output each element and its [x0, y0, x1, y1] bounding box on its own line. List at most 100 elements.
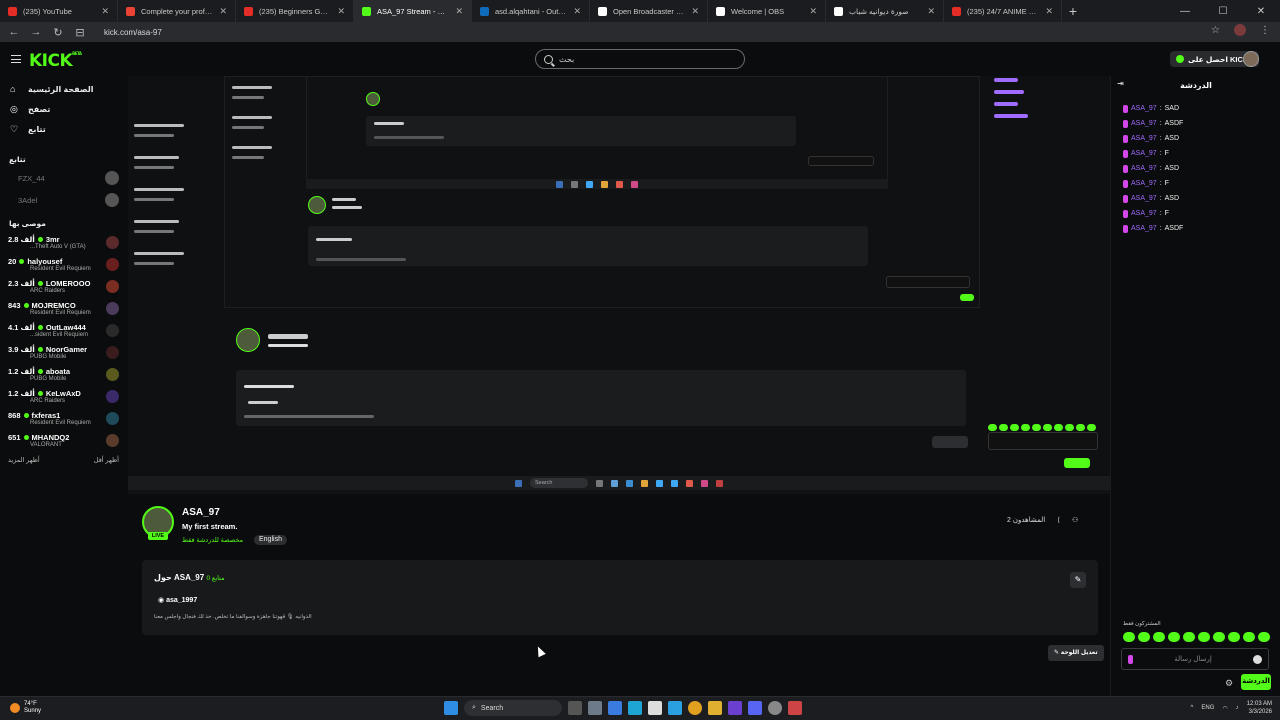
close-tab-icon[interactable]: ✕: [219, 6, 227, 17]
new-tab-button[interactable]: +: [1062, 0, 1084, 22]
folder-icon[interactable]: [708, 701, 722, 715]
show-more-link[interactable]: أظهر المزيد: [8, 456, 40, 464]
emote-icon[interactable]: [1243, 632, 1255, 642]
wifi-icon[interactable]: ◠: [1222, 705, 1227, 712]
language-tag[interactable]: English: [254, 535, 287, 545]
sidebar-item-home[interactable]: ⌂ الصفحة الرئيسية: [0, 79, 125, 99]
browser-tab[interactable]: Open Broadcaster Software | O ✕: [590, 0, 708, 22]
task-view-icon[interactable]: [568, 701, 582, 715]
recommended-item[interactable]: 1.2 ألف aboata PUBG Mobile: [0, 363, 125, 385]
streamer-name[interactable]: ASA_97: [182, 507, 220, 518]
sidebar-item-following[interactable]: ♡ تتابع: [0, 119, 125, 139]
recommended-item[interactable]: 3.9 ألف NoorGamer PUBG Mobile: [0, 341, 125, 363]
taskbar-search[interactable]: ⌕ Search: [464, 700, 562, 716]
search-input[interactable]: بحث: [535, 49, 745, 69]
close-tab-icon[interactable]: ✕: [455, 6, 463, 17]
minimize-icon[interactable]: —: [1166, 0, 1204, 22]
user-avatar[interactable]: [1243, 51, 1259, 67]
browser-tab[interactable]: (235) 24/7 ANIME LOFI & CHIL ✕: [944, 0, 1062, 22]
following-item[interactable]: FZX_44: [0, 167, 125, 189]
share-icon[interactable]: ⟨: [1057, 516, 1060, 524]
close-tab-icon[interactable]: ✕: [101, 6, 109, 17]
close-tab-icon[interactable]: ✕: [809, 6, 817, 17]
discord-icon[interactable]: [748, 701, 762, 715]
site-info-icon[interactable]: ⊟: [74, 26, 86, 39]
recommended-item[interactable]: 868 fxferas1 Resident Evil Requiem: [0, 407, 125, 429]
browser-tab[interactable]: asd.alqahtani - Outlook - البريد ✕: [472, 0, 590, 22]
browser-tab[interactable]: Welcome | OBS ✕: [708, 0, 826, 22]
tab-favicon-icon: [598, 6, 607, 16]
app-icon[interactable]: [668, 701, 682, 715]
collapse-chat-icon[interactable]: ⇥: [1117, 80, 1125, 88]
stream-category[interactable]: مخصصة للدردشة فقط: [182, 536, 243, 544]
app-icon[interactable]: [608, 701, 622, 715]
reload-icon[interactable]: ↻: [52, 26, 64, 39]
back-icon[interactable]: ←: [8, 26, 20, 38]
emote-icon[interactable]: [1258, 632, 1270, 642]
recommended-item[interactable]: 2.3 ألف LOMEROOO ARC Raiders: [0, 275, 125, 297]
emote-icon[interactable]: [1213, 632, 1225, 642]
url-field[interactable]: kick.com/asa-97: [104, 28, 162, 37]
chat-input[interactable]: إرسال رسالة: [1121, 648, 1269, 670]
volume-icon[interactable]: ♪: [1236, 705, 1239, 711]
bookmark-star-icon[interactable]: ☆: [1211, 25, 1220, 36]
video-player[interactable]: Search: [128, 76, 1110, 494]
browser-tab[interactable]: صورة ديوانيه شباب ✕: [826, 0, 944, 22]
recommended-item[interactable]: 843 MOJREMCO Resident Evil Requiem: [0, 297, 125, 319]
gear-icon[interactable]: ⚙: [1225, 678, 1233, 689]
maximize-icon[interactable]: ☐: [1204, 0, 1242, 22]
settings-icon[interactable]: [588, 701, 602, 715]
obs-icon[interactable]: [768, 701, 782, 715]
discord-link[interactable]: ◉ asa_1997: [158, 596, 197, 604]
show-less-link[interactable]: أظهر أقل: [94, 456, 119, 464]
kick-logo[interactable]: KICKBETA: [29, 51, 82, 71]
chrome-icon[interactable]: [688, 701, 702, 715]
lang-indicator[interactable]: ENG: [1201, 705, 1214, 711]
emote-icon[interactable]: [1228, 632, 1240, 642]
emote-icon[interactable]: [1138, 632, 1150, 642]
close-tab-icon[interactable]: ✕: [573, 6, 581, 17]
emote-icon[interactable]: [1123, 632, 1135, 642]
emote-icon[interactable]: [1198, 632, 1210, 642]
recommended-item[interactable]: 2.8 ألف 3mr ...Theft Auto V (GTA): [0, 231, 125, 253]
avatar: [106, 235, 119, 249]
edge-icon[interactable]: [628, 701, 642, 715]
browser-menu-icon[interactable]: ⋮: [1260, 25, 1270, 36]
following-item[interactable]: 3Adel: [0, 189, 125, 211]
sidebar-item-browse[interactable]: ◎ تصفح: [0, 99, 125, 119]
browser-tab[interactable]: (235) Beginners Guide to Kick S ✕: [236, 0, 354, 22]
send-chat-button[interactable]: الدردشة: [1241, 674, 1271, 690]
recommended-item[interactable]: 20 halyousef Resident Evil Requiem: [0, 253, 125, 275]
live-dot-icon: [23, 412, 29, 418]
emoji-icon[interactable]: [1253, 654, 1262, 664]
windows-start-icon[interactable]: [444, 701, 458, 715]
close-tab-icon[interactable]: ✕: [1045, 6, 1053, 17]
close-tab-icon[interactable]: ✕: [691, 6, 699, 17]
app-icon[interactable]: [788, 701, 802, 715]
forward-icon[interactable]: →: [30, 26, 42, 38]
close-tab-icon[interactable]: ✕: [927, 6, 935, 17]
browser-tab[interactable]: Complete your profile - dr.ahm ✕: [118, 0, 236, 22]
browser-tab[interactable]: (235) YouTube ✕: [0, 0, 118, 22]
compass-icon: ◎: [10, 103, 18, 114]
emote-icon[interactable]: [1153, 632, 1165, 642]
recommended-title: موصى بها: [9, 219, 46, 228]
emote-icon[interactable]: [1183, 632, 1195, 642]
close-icon[interactable]: ✕: [1242, 0, 1280, 22]
app-icon[interactable]: [648, 701, 662, 715]
recommended-item[interactable]: 651 MHANDQ2 VALORANT: [0, 429, 125, 451]
menu-icon[interactable]: [11, 55, 21, 63]
emote-icon[interactable]: [1168, 632, 1180, 642]
app-icon[interactable]: [728, 701, 742, 715]
edit-pencil-icon[interactable]: ✎: [1070, 572, 1086, 588]
profile-avatar[interactable]: [1234, 24, 1246, 36]
clock[interactable]: 12:03 AM 3/3/2026: [1247, 700, 1272, 716]
browser-tab[interactable]: ASA_97 Stream - Watch Live on ✕: [354, 0, 472, 22]
chevron-up-icon[interactable]: ^: [1191, 705, 1194, 711]
recommended-item[interactable]: 4.1 ألف OutLaw444 ...sident Evil Requiem: [0, 319, 125, 341]
recommended-item[interactable]: 1.2 ألف KeLwAxD ARC Raiders: [0, 385, 125, 407]
edit-panels-button[interactable]: ✎ تعديل اللوحة: [1048, 645, 1104, 661]
close-tab-icon[interactable]: ✕: [337, 6, 345, 17]
weather-widget[interactable]: 74°F Sunny: [10, 701, 41, 715]
user-menu-icon[interactable]: ⚇: [1072, 516, 1078, 524]
